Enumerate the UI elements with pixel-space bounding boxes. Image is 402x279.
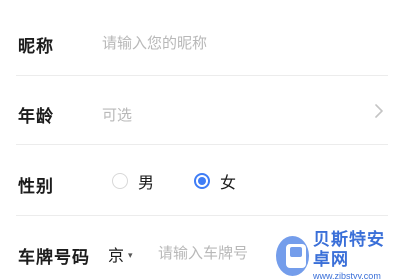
nickname-input[interactable] (102, 31, 352, 55)
age-row[interactable]: 年龄 可选 (0, 83, 402, 143)
gender-option-male[interactable]: 男 (112, 169, 154, 193)
gender-label: 性别 (18, 177, 54, 196)
plate-province-select[interactable]: 京 ▾ (108, 242, 133, 266)
gender-male-label: 男 (138, 175, 155, 192)
nickname-label: 昵称 (18, 37, 54, 56)
gender-female-label: 女 (220, 175, 237, 192)
caret-down-icon: ▾ (128, 249, 133, 260)
plate-label: 车牌号码 (18, 248, 90, 267)
radio-male[interactable] (112, 173, 128, 189)
divider (16, 75, 388, 76)
divider (16, 215, 388, 216)
chevron-right-icon[interactable] (372, 100, 386, 122)
plate-province-value: 京 (108, 248, 125, 265)
gender-row: 性别 男 女 (0, 153, 402, 213)
divider (16, 144, 388, 145)
gender-option-female[interactable]: 女 (194, 169, 236, 193)
watermark-title: 贝斯特安卓网 (312, 230, 385, 269)
age-label: 年龄 (18, 107, 54, 126)
watermark-logo-icon (276, 236, 309, 276)
nickname-row: 昵称 (0, 14, 402, 74)
watermark: 贝斯特安卓网 www.zjbstyy.com (276, 230, 402, 279)
radio-female[interactable] (194, 173, 210, 189)
age-value[interactable]: 可选 (102, 104, 132, 125)
plate-input[interactable] (158, 241, 288, 265)
watermark-url: www.zjbstyy.com (312, 271, 381, 279)
